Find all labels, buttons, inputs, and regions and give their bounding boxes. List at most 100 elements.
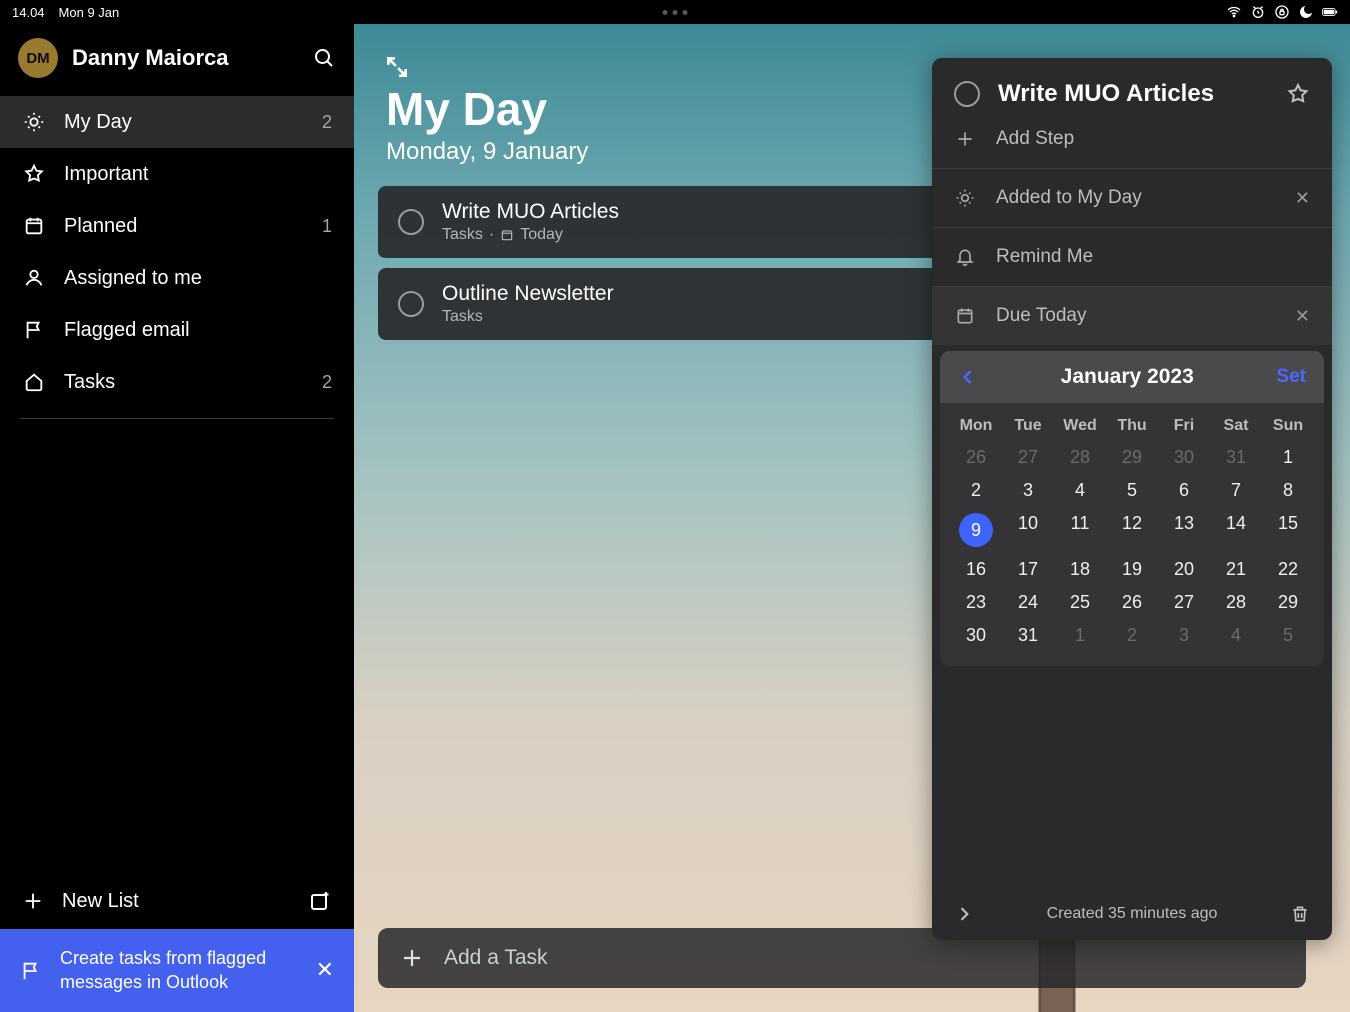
calendar-day[interactable]: 7 (1210, 474, 1262, 507)
task-list-name: Tasks (442, 308, 483, 326)
outlook-banner[interactable]: Create tasks from flagged messages in Ou… (0, 929, 354, 1012)
sun-icon (954, 187, 976, 209)
calendar-day[interactable]: 16 (950, 553, 1002, 586)
new-list-button[interactable]: New List (0, 873, 354, 929)
calendar-dow: Sat (1210, 417, 1262, 435)
calendar-day[interactable]: 22 (1262, 553, 1314, 586)
calendar-day[interactable]: 17 (1002, 553, 1054, 586)
calendar-day[interactable]: 1 (1262, 441, 1314, 474)
calendar-day[interactable]: 4 (1210, 619, 1262, 652)
calendar-day[interactable]: 21 (1210, 553, 1262, 586)
delete-task[interactable] (1290, 904, 1310, 924)
calendar-day[interactable]: 1 (1054, 619, 1106, 652)
calendar-day[interactable]: 13 (1158, 507, 1210, 553)
calendar-dow: Fri (1158, 417, 1210, 435)
hide-panel[interactable] (954, 904, 974, 924)
expand-button[interactable] (384, 54, 410, 80)
home-icon (22, 370, 46, 394)
sidebar-item-flagged[interactable]: Flagged email (0, 304, 354, 356)
bell-icon (954, 246, 976, 268)
sidebar-item-assigned[interactable]: Assigned to me (0, 252, 354, 304)
sidebar-item-label: Assigned to me (64, 267, 314, 290)
status-time: 14.04 (12, 5, 45, 20)
search-button[interactable] (312, 46, 336, 70)
page-subtitle: Monday, 9 January (386, 138, 588, 166)
calendar-day[interactable]: 31 (1002, 619, 1054, 652)
task-complete-circle[interactable] (954, 81, 980, 107)
moon-icon (1298, 4, 1314, 20)
add-task-label: Add a Task (444, 946, 548, 970)
calendar-day[interactable]: 24 (1002, 586, 1054, 619)
calendar-day[interactable]: 27 (1002, 441, 1054, 474)
star-icon[interactable] (1286, 82, 1310, 106)
calendar-day[interactable]: 23 (950, 586, 1002, 619)
calendar-day[interactable]: 20 (1158, 553, 1210, 586)
new-group-icon[interactable] (308, 889, 332, 913)
calendar-dow: Mon (950, 417, 1002, 435)
due-date-row[interactable]: Due Today ✕ (932, 286, 1332, 345)
calendar-day[interactable]: 27 (1158, 586, 1210, 619)
sidebar-item-label: My Day (64, 111, 304, 134)
added-myday-label: Added to My Day (996, 187, 1275, 209)
banner-close[interactable]: ✕ (316, 956, 334, 985)
task-detail-panel: Write MUO Articles Add Step Added to My … (932, 58, 1332, 940)
remove-myday[interactable]: ✕ (1295, 188, 1310, 209)
calendar-day[interactable]: 31 (1210, 441, 1262, 474)
calendar-month[interactable]: January 2023 (978, 365, 1276, 389)
multitask-dots[interactable] (663, 10, 688, 15)
calendar-day[interactable]: 3 (1002, 474, 1054, 507)
detail-title[interactable]: Write MUO Articles (998, 80, 1268, 108)
calendar-day[interactable]: 12 (1106, 507, 1158, 553)
calendar-day[interactable]: 4 (1054, 474, 1106, 507)
calendar-icon (22, 214, 46, 238)
calendar-day[interactable]: 26 (1106, 586, 1158, 619)
sidebar-item-count: 1 (322, 216, 332, 237)
calendar-day[interactable]: 28 (1054, 441, 1106, 474)
add-step-row[interactable]: Add Step (932, 120, 1332, 168)
calendar-day[interactable]: 29 (1106, 441, 1158, 474)
calendar-day[interactable]: 10 (1002, 507, 1054, 553)
calendar-day[interactable]: 9 (950, 507, 1002, 553)
calendar-set[interactable]: Set (1276, 366, 1306, 388)
sidebar-item-myday[interactable]: My Day 2 (0, 96, 354, 148)
calendar-day[interactable]: 29 (1262, 586, 1314, 619)
sidebar-item-planned[interactable]: Planned 1 (0, 200, 354, 252)
calendar-day[interactable]: 30 (950, 619, 1002, 652)
status-date: Mon 9 Jan (59, 5, 120, 20)
calendar-day[interactable]: 14 (1210, 507, 1262, 553)
sidebar-item-count: 2 (322, 372, 332, 393)
calendar-day[interactable]: 2 (1106, 619, 1158, 652)
calendar-day[interactable]: 11 (1054, 507, 1106, 553)
user-name[interactable]: Danny Maiorca (72, 45, 298, 71)
calendar-back[interactable] (958, 367, 978, 387)
star-icon (22, 162, 46, 186)
calendar-day[interactable]: 19 (1106, 553, 1158, 586)
sidebar-item-count: 2 (322, 112, 332, 133)
calendar-day[interactable]: 5 (1262, 619, 1314, 652)
sidebar-item-label: Flagged email (64, 319, 314, 342)
sidebar-item-label: Tasks (64, 371, 304, 394)
task-complete-circle[interactable] (398, 209, 424, 235)
calendar-day[interactable]: 18 (1054, 553, 1106, 586)
calendar-day[interactable]: 5 (1106, 474, 1158, 507)
sidebar-item-important[interactable]: Important (0, 148, 354, 200)
task-complete-circle[interactable] (398, 291, 424, 317)
calendar-day[interactable]: 28 (1210, 586, 1262, 619)
calendar-day[interactable]: 3 (1158, 619, 1210, 652)
calendar-day[interactable]: 6 (1158, 474, 1210, 507)
banner-text: Create tasks from flagged messages in Ou… (60, 947, 298, 994)
task-title: Outline Newsletter (442, 282, 614, 306)
remind-me-label: Remind Me (996, 246, 1310, 268)
main-area: My Day Monday, 9 January Write MUO Artic… (354, 24, 1350, 1012)
calendar-day[interactable]: 30 (1158, 441, 1210, 474)
remind-me-row[interactable]: Remind Me (932, 227, 1332, 286)
calendar-day[interactable]: 25 (1054, 586, 1106, 619)
calendar-day[interactable]: 8 (1262, 474, 1314, 507)
clear-due[interactable]: ✕ (1295, 306, 1310, 327)
sidebar-item-tasks[interactable]: Tasks 2 (0, 356, 354, 408)
added-myday-row[interactable]: Added to My Day ✕ (932, 168, 1332, 227)
calendar-day[interactable]: 26 (950, 441, 1002, 474)
calendar-day[interactable]: 2 (950, 474, 1002, 507)
avatar[interactable]: DM (18, 38, 58, 78)
calendar-day[interactable]: 15 (1262, 507, 1314, 553)
